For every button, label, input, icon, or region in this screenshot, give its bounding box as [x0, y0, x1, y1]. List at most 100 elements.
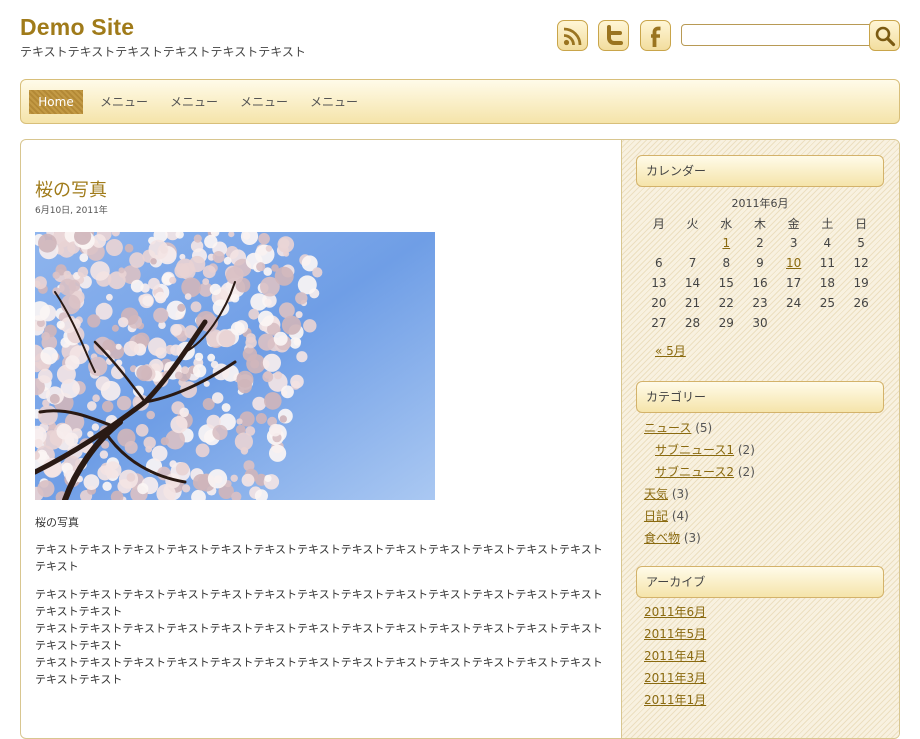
category-link[interactable]: 日記	[644, 509, 668, 523]
nav-item-menu-2[interactable]: メニュー	[170, 90, 218, 114]
archive-link[interactable]: 2011年5月	[644, 627, 706, 641]
calendar-day-link[interactable]: 10	[786, 256, 801, 270]
calendar-caption: 2011年6月	[731, 197, 789, 210]
calendar-weekday: 火	[686, 216, 699, 231]
category-item: 食べ物 (3)	[644, 527, 755, 549]
category-link[interactable]: 食べ物	[644, 531, 680, 545]
calendar-day	[777, 313, 811, 333]
calendar-table: 2011年6月 月火水木金土日 1 2 3 4 5 6 7 8 9 10 11 12 13 14 15 16 1…	[642, 195, 878, 333]
calendar-day: 2	[756, 236, 764, 250]
calendar-day: 14	[684, 276, 701, 290]
search-button[interactable]	[869, 20, 900, 51]
categories-widget-title: カテゴリー	[636, 381, 884, 413]
calendar-day: 17	[786, 276, 802, 290]
calendar-prev-link[interactable]: « 5月	[655, 342, 686, 359]
archives-list: 2011年6月 2011年5月 2011年4月 2011年3月 2011年1月	[644, 601, 706, 711]
site-tagline: テキストテキストテキストテキストテキストテキスト	[20, 45, 306, 59]
calendar-day: 16	[752, 276, 768, 290]
calendar-weekday: 月	[652, 216, 665, 231]
category-count: (3)	[683, 531, 701, 545]
archive-item: 2011年5月	[644, 623, 706, 645]
calendar-day: 11	[819, 256, 835, 270]
category-count: (3)	[671, 487, 689, 501]
category-item: 日記 (4)	[644, 505, 755, 527]
archive-link[interactable]: 2011年4月	[644, 649, 706, 663]
archive-link[interactable]: 2011年3月	[644, 671, 706, 685]
category-link[interactable]: サブニュース2	[655, 465, 734, 479]
nav-item-menu-3[interactable]: メニュー	[240, 90, 288, 114]
archive-item: 2011年4月	[644, 645, 706, 667]
calendar-weekday: 木	[753, 216, 766, 231]
calendar-day: 8	[722, 256, 731, 270]
calendar-day: 7	[688, 256, 697, 270]
calendar-day: 19	[853, 276, 869, 290]
facebook-button[interactable]	[640, 20, 671, 51]
main-container: 桜の写真 6月10日, 2011年 桜の写真 テキストテキストテキストテキストテ…	[20, 139, 900, 739]
post-paragraph-2: テキストテキストテキストテキストテキストテキストテキストテキストテキストテキスト…	[35, 588, 603, 686]
calendar-day: 15	[718, 276, 734, 290]
calendar-widget-title: カレンダー	[636, 155, 884, 187]
archive-link[interactable]: 2011年1月	[644, 693, 706, 707]
cherry-blossom-photo[interactable]	[35, 232, 435, 500]
calendar-day: 23	[752, 296, 768, 310]
calendar-day[interactable]: 10	[777, 253, 811, 273]
category-link[interactable]: ニュース	[644, 421, 691, 435]
search-icon	[875, 26, 895, 46]
sidebar: カレンダー 2011年6月 月火水木金土日 1 2 3 4 5 6 7 8 9 10 11 12 13 1…	[621, 140, 899, 738]
category-link[interactable]: 天気	[644, 487, 668, 501]
post-title[interactable]: 桜の写真	[35, 176, 107, 202]
archive-link[interactable]: 2011年6月	[644, 605, 706, 619]
category-item: ニュース (5)	[644, 417, 755, 439]
category-link[interactable]: サブニュース1	[655, 443, 734, 457]
archives-widget-title: アーカイブ	[636, 566, 884, 598]
calendar-day: 30	[752, 316, 768, 330]
calendar-weekday: 土	[821, 216, 834, 231]
categories-list: ニュース (5) サブニュース1 (2) サブニュース2 (2) 天気 (3) 日記 (…	[644, 417, 755, 549]
calendar-day: 12	[853, 256, 869, 270]
category-count: (4)	[671, 509, 689, 523]
post-content: 桜の写真 6月10日, 2011年 桜の写真 テキストテキストテキストテキストテ…	[21, 140, 621, 738]
calendar-day: 9	[756, 256, 764, 270]
main-nav: Home メニュー メニュー メニュー メニュー	[20, 79, 900, 124]
category-count: (2)	[737, 443, 755, 457]
nav-item-home[interactable]: Home	[29, 90, 83, 114]
category-item: サブニュース1 (2)	[644, 439, 755, 461]
calendar-day: 28	[684, 316, 701, 330]
category-count: (2)	[737, 465, 755, 479]
calendar-day: 26	[853, 296, 869, 310]
archive-item: 2011年3月	[644, 667, 706, 689]
calendar-day: 20	[651, 296, 667, 310]
calendar-day: 29	[718, 316, 734, 330]
calendar-weekday: 金	[787, 216, 800, 231]
calendar-day[interactable]: 1	[709, 233, 743, 253]
nav-item-menu-4[interactable]: メニュー	[310, 90, 358, 114]
calendar-day-link[interactable]: 1	[722, 236, 730, 250]
nav-item-menu-1[interactable]: メニュー	[100, 90, 148, 114]
calendar-day: 22	[718, 296, 734, 310]
site-title[interactable]: Demo Site	[20, 14, 134, 41]
calendar-day	[676, 233, 710, 253]
archive-item: 2011年6月	[644, 601, 706, 623]
category-item: 天気 (3)	[644, 483, 755, 505]
calendar-day	[642, 233, 676, 253]
calendar-day: 18	[819, 276, 835, 290]
post-paragraph-1: テキストテキストテキストテキストテキストテキストテキストテキストテキストテキスト…	[35, 543, 603, 573]
calendar-day: 4	[823, 236, 832, 250]
category-count: (5)	[695, 421, 713, 435]
rss-icon	[563, 27, 581, 45]
category-item: サブニュース2 (2)	[644, 461, 755, 483]
calendar-day: 27	[651, 316, 667, 330]
twitter-button[interactable]	[598, 20, 629, 51]
calendar-weekday: 日	[855, 216, 868, 231]
calendar-day	[844, 313, 878, 333]
calendar-day: 5	[857, 236, 865, 250]
rss-button[interactable]	[557, 20, 588, 51]
calendar-day: 13	[651, 276, 667, 290]
search-input[interactable]	[681, 24, 870, 46]
calendar-day: 25	[819, 296, 835, 310]
calendar-day: 21	[684, 296, 701, 310]
calendar-day: 6	[655, 256, 663, 270]
post-date: 6月10日, 2011年	[35, 206, 108, 216]
facebook-icon	[650, 26, 660, 47]
calendar-day	[811, 313, 845, 333]
